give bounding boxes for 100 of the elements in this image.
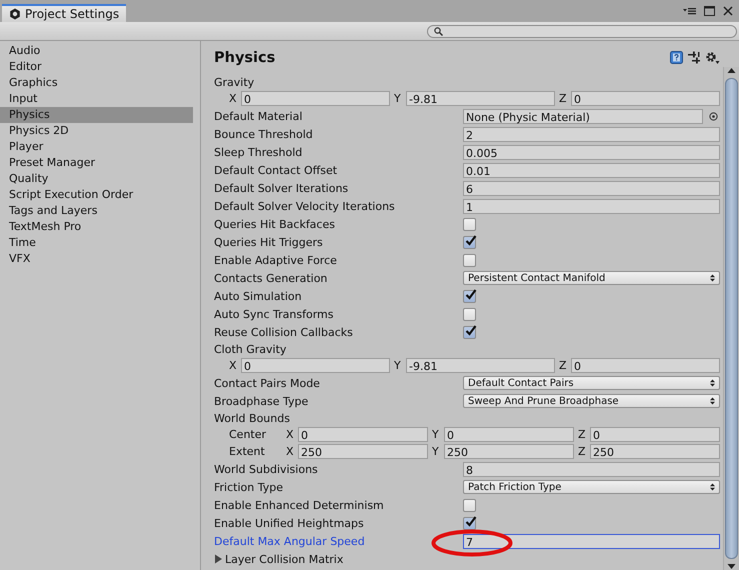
sidebar-item[interactable]: Script Execution Order (0, 187, 193, 203)
window-tab[interactable]: Project Settings (2, 4, 126, 22)
number-field[interactable]: 2 (463, 126, 720, 142)
number-field[interactable]: 0 (444, 427, 574, 442)
number-field[interactable]: 0.005 (463, 144, 720, 160)
field-label: Enable Enhanced Determinism (214, 498, 385, 512)
field-label: Queries Hit Backfaces (214, 218, 336, 230)
field-label: Broadphase Type (214, 394, 310, 408)
sidebar-item[interactable]: Physics (0, 107, 193, 123)
dropdown[interactable]: Default Contact Pairs (463, 376, 720, 390)
field-label: Friction Type (214, 480, 284, 494)
checkbox[interactable] (463, 236, 476, 248)
field-label: World Bounds (214, 412, 291, 424)
dropdown[interactable]: Patch Friction Type (463, 480, 720, 494)
axis-label: Y (432, 428, 440, 441)
axis-label: Z (578, 428, 586, 441)
number-field[interactable]: 250 (298, 444, 428, 459)
number-field[interactable]: 8 (463, 462, 720, 476)
number-field[interactable]: 0 (298, 427, 428, 442)
sliders-icon[interactable] (688, 51, 700, 64)
checkbox[interactable] (463, 498, 476, 512)
field-label: Auto Simulation (214, 290, 303, 302)
updown-arrows-icon (710, 397, 715, 405)
number-field[interactable]: 1 (463, 198, 720, 214)
close-icon[interactable] (723, 6, 733, 16)
axis-label: Y (432, 445, 440, 458)
field-label: Auto Sync Transforms (214, 308, 334, 320)
sidebar-item[interactable]: Audio (0, 43, 193, 59)
axis-label: X (286, 445, 294, 458)
number-field[interactable]: 0 (571, 91, 720, 106)
updown-arrows-icon (710, 274, 715, 282)
object-field[interactable]: None (Physic Material) (463, 108, 703, 124)
search-icon (434, 26, 443, 36)
updown-arrows-icon (710, 379, 715, 387)
number-field[interactable]: 0 (571, 358, 720, 373)
axis-label: Y (394, 359, 402, 372)
field-label: Center (228, 428, 268, 441)
axis-label: Z (559, 92, 567, 105)
axis-label: Z (578, 445, 586, 458)
field-label: World Subdivisions (214, 462, 319, 476)
sidebar-item[interactable]: Graphics (0, 75, 193, 91)
maximize-icon[interactable] (704, 6, 715, 16)
number-field[interactable]: -9.81 (406, 91, 555, 106)
number-field[interactable]: 0 (241, 358, 390, 373)
sidebar-item[interactable]: Tags and Layers (0, 203, 193, 219)
sidebar-item[interactable]: Quality (0, 171, 193, 187)
dropdown[interactable]: Sweep And Prune Broadphase (463, 394, 720, 408)
panel-title: Physics (214, 50, 276, 66)
field-label: Enable Adaptive Force (214, 254, 338, 266)
sidebar-item[interactable]: Input (0, 91, 193, 107)
field-label: Gravity (214, 76, 256, 88)
sidebar-item[interactable]: Editor (0, 59, 193, 75)
sidebar-item[interactable]: TextMesh Pro (0, 219, 193, 235)
checkbox[interactable] (463, 308, 476, 320)
number-field[interactable]: 250 (590, 444, 720, 459)
number-field[interactable]: 6 (463, 180, 720, 196)
axis-label: Z (559, 359, 567, 372)
number-field[interactable]: -9.81 (406, 358, 555, 373)
field-label: Cloth Gravity (214, 342, 288, 356)
updown-arrows-icon (710, 483, 715, 491)
scroll-up-icon[interactable] (727, 67, 736, 74)
number-field[interactable]: 0.01 (463, 162, 720, 178)
field-label: Sleep Threshold (214, 146, 304, 158)
number-field[interactable]: 7 (463, 534, 720, 548)
sidebar-item[interactable]: Preset Manager (0, 155, 193, 171)
field-label: Reuse Collision Callbacks (214, 326, 354, 338)
field-label: Extent (228, 445, 266, 458)
sidebar-item[interactable]: Physics 2D (0, 123, 193, 139)
field-label: Default Max Angular Speed (214, 534, 366, 548)
dropdown[interactable]: Persistent Contact Manifold (463, 271, 720, 285)
search-field[interactable] (427, 24, 737, 38)
number-field[interactable]: 250 (444, 444, 574, 459)
sidebar-item[interactable]: Player (0, 139, 193, 155)
checkbox[interactable] (463, 516, 476, 530)
number-field[interactable]: 0 (590, 427, 720, 442)
field-label: Default Solver Velocity Iterations (214, 200, 396, 212)
sidebar-item[interactable]: VFX (0, 251, 193, 267)
checkbox[interactable] (463, 254, 476, 266)
target-icon[interactable] (707, 112, 720, 120)
settings-icon[interactable] (705, 50, 720, 64)
section-label[interactable]: Layer Collision Matrix (225, 552, 344, 566)
axis-label: X (229, 359, 237, 372)
field-label: Enable Unified Heightmaps (214, 516, 365, 530)
sidebar-item[interactable]: Time (0, 235, 193, 251)
field-label: Default Material (214, 110, 304, 122)
checkbox[interactable] (463, 218, 476, 230)
checkbox[interactable] (463, 290, 476, 302)
help-icon[interactable] (670, 51, 683, 64)
number-field[interactable]: 0 (241, 91, 390, 106)
checkbox[interactable] (463, 326, 476, 338)
field-label: Default Contact Offset (214, 164, 338, 176)
expand-arrow-icon[interactable] (214, 554, 223, 564)
menu-icon[interactable] (683, 6, 696, 16)
field-label: Bounce Threshold (214, 128, 314, 140)
scroll-down-icon[interactable] (727, 563, 736, 570)
axis-label: X (229, 92, 237, 105)
axis-label: Y (394, 92, 402, 105)
scrollbar-thumb[interactable] (725, 78, 738, 559)
field-label: Contacts Generation (214, 272, 328, 284)
field-label: Contact Pairs Mode (214, 376, 321, 390)
